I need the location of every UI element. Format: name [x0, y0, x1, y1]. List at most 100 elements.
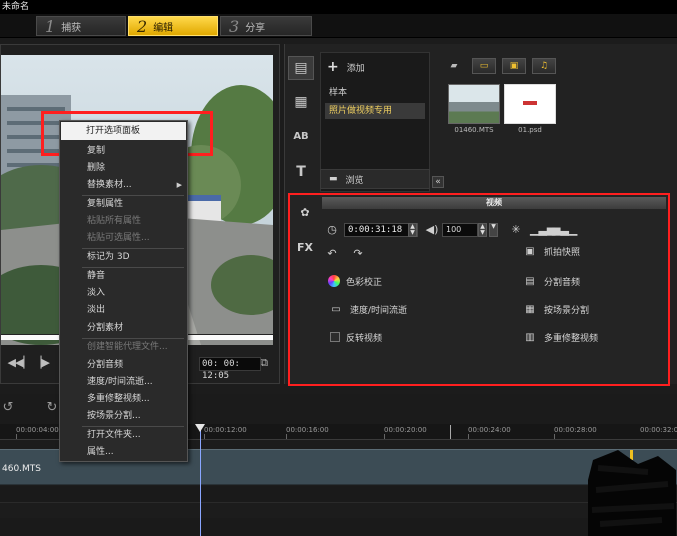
menu-item-split-audio[interactable]: 分割音频 — [61, 356, 186, 374]
menu-item-delete[interactable]: 删除 — [61, 159, 186, 177]
menu-item-create-smart-proxy[interactable]: 创建智能代理文件... — [61, 338, 186, 356]
color-wheel-icon — [328, 275, 340, 287]
window-title: 未命名 — [0, 0, 677, 14]
timeline-track[interactable] — [0, 502, 677, 518]
menu-item-split-by-scene[interactable]: 按场景分割... — [61, 407, 186, 425]
mute-icon[interactable]: ✳ — [508, 223, 524, 237]
checkbox[interactable] — [330, 332, 340, 342]
rotate-right-icon[interactable]: ↷ — [350, 247, 366, 261]
split-audio-button[interactable]: ▤ 分割音频 — [522, 273, 580, 289]
media-thumbnail[interactable] — [448, 84, 500, 124]
timeline-playhead[interactable] — [200, 424, 201, 536]
show-audio-icon[interactable]: ♫ — [532, 58, 556, 74]
folder-icon[interactable]: ▰ — [442, 58, 466, 74]
menu-item-paste-all-attributes[interactable]: 粘贴所有属性 — [61, 212, 186, 230]
title-effect-tab-icon[interactable]: AB — [288, 124, 314, 148]
volume-dropdown[interactable]: ▼ — [489, 223, 498, 237]
browse-button[interactable]: ▬ 浏览 — [320, 169, 430, 189]
ruler-tick — [16, 434, 17, 439]
menu-item-speed-timelapse[interactable]: 速度/时间流逝... — [61, 373, 186, 391]
show-video-icon[interactable]: ▭ — [472, 58, 496, 74]
clock-icon: ◷ — [327, 223, 337, 236]
menu-item-copy[interactable]: 复制 — [61, 142, 186, 160]
step-forward-icon[interactable]: ▕▶ — [33, 354, 50, 372]
playhead-handle-icon[interactable] — [195, 424, 205, 432]
option-label: 反转视频 — [346, 333, 383, 344]
menu-item-fade-in[interactable]: 淡入 — [61, 284, 186, 302]
options-panel: 视频 ✿ FX ◷ 0:00:31:18 ▲ ▼ ◀) 100 ▲ ▼ ▼ ✳ ▁▃… — [288, 193, 670, 386]
menu-item-replace-clip[interactable]: 替换素材... ▶ — [61, 176, 186, 194]
library-folder-item[interactable]: 照片做视频专用 — [325, 103, 425, 119]
step-label: 分享 — [245, 22, 266, 34]
library-folder-item[interactable]: 样本 — [325, 85, 425, 101]
text-tab-icon[interactable]: T — [288, 160, 314, 184]
ruler-label: 00:00:04:00 — [16, 426, 59, 434]
timecode-spinner[interactable]: ▲ ▼ — [408, 223, 417, 237]
rotate-left-icon[interactable]: ↶ — [324, 247, 340, 261]
option-label: 速度/时间流逝 — [350, 305, 408, 316]
menu-item-paste-selected-attributes[interactable]: 粘贴可选属性... — [61, 229, 186, 247]
volume-icon: ◀) — [425, 223, 439, 236]
step-share[interactable]: 3 分享 — [220, 16, 312, 36]
menu-item-label: 替换素材... — [87, 180, 132, 190]
split-by-scene-button[interactable]: ▦ 按场景分割 — [522, 301, 589, 317]
step-number: 3 — [229, 16, 240, 36]
preview-timecode[interactable]: 00: 00: 12:05 — [199, 357, 261, 381]
fade-in-icon[interactable]: ▁▃▅ — [530, 223, 555, 237]
library-filter-toolbar: ▰ ▭ ▣ ♫ — [442, 58, 556, 76]
option-label: 多重修整视频 — [544, 333, 599, 344]
option-label: 按场景分割 — [544, 305, 590, 316]
thumbnail-label: 01.psd — [518, 126, 542, 134]
step-capture[interactable]: 1 捕获 — [36, 16, 126, 36]
step-back-icon[interactable]: ◀▏ — [15, 354, 32, 372]
split-scene-icon: ▦ — [525, 303, 535, 315]
split-audio-icon: ▤ — [525, 275, 535, 287]
menu-item-open-options[interactable]: 打开选项面板 — [61, 122, 186, 140]
menu-item-mark-3d[interactable]: 标记为 3D — [61, 248, 186, 266]
speed-icon: ▭ — [331, 303, 341, 315]
multi-trim-button[interactable]: ▥ 多重修整视频 — [522, 329, 598, 345]
menu-item-mute[interactable]: 静音 — [61, 267, 186, 285]
volume-field[interactable]: 100 — [442, 223, 478, 237]
menu-item-copy-attributes[interactable]: 复制属性 — [61, 195, 186, 213]
media-thumbnail[interactable] — [504, 84, 556, 124]
clip-label: 460.MTS — [2, 464, 42, 474]
fade-out-icon[interactable]: ▅▃▁ — [552, 223, 577, 237]
volume-spinner[interactable]: ▲ ▼ — [478, 223, 487, 237]
fx-tab-icon[interactable]: FX — [294, 237, 316, 257]
ruler-label: 00:00:24:00 — [468, 426, 511, 434]
media-tab-icon[interactable]: ▤ — [288, 56, 314, 80]
collapse-panel-icon[interactable]: « — [432, 176, 444, 188]
menu-item-split-clip[interactable]: 分割素材 — [61, 319, 186, 337]
menu-item-multi-trim[interactable]: 多重修整视频... — [61, 390, 186, 408]
clip-duration-timecode[interactable]: 0:00:31:18 — [344, 223, 418, 237]
snapshot-button[interactable]: ▣ 抓拍快照 — [522, 243, 580, 259]
reverse-video-checkbox[interactable]: 反转视频 — [330, 329, 382, 345]
prev-icon[interactable]: ▏◀ — [0, 354, 16, 372]
graphics-tab-icon[interactable]: ✿ — [294, 202, 316, 222]
undo-icon[interactable]: ↺ — [0, 400, 16, 416]
show-photo-icon[interactable]: ▣ — [502, 58, 526, 74]
option-label: 抓拍快照 — [544, 247, 581, 258]
option-label: 分割音频 — [544, 277, 581, 288]
step-label: 编辑 — [153, 22, 174, 34]
step-number: 1 — [45, 16, 56, 36]
speed-timelapse-button[interactable]: ▭ 速度/时间流逝 — [328, 301, 407, 317]
workflow-step-bar: 1 捕获 2 编辑 3 分享 — [0, 14, 677, 38]
color-correction-button[interactable]: 色彩校正 — [328, 273, 382, 289]
add-folder-button[interactable]: + 添加 — [327, 59, 427, 75]
browse-label: 浏览 — [345, 175, 364, 186]
step-edit[interactable]: 2 编辑 — [128, 16, 218, 36]
ruler-tick — [554, 434, 555, 439]
browse-icon: ▬ — [329, 174, 338, 184]
transition-tab-icon[interactable]: ▦ — [288, 90, 314, 114]
menu-item-properties[interactable]: 属性... — [61, 443, 186, 461]
redaction-scribble — [588, 450, 676, 536]
menu-item-open-folder[interactable]: 打开文件夹... — [61, 426, 186, 444]
menu-item-fade-out[interactable]: 淡出 — [61, 301, 186, 319]
ruler-tick — [286, 434, 287, 439]
step-label: 捕获 — [61, 22, 82, 34]
options-header: 视频 — [322, 197, 666, 209]
redo-icon[interactable]: ↻ — [44, 400, 60, 416]
thumbnail-label: 01460.MTS — [454, 126, 494, 134]
